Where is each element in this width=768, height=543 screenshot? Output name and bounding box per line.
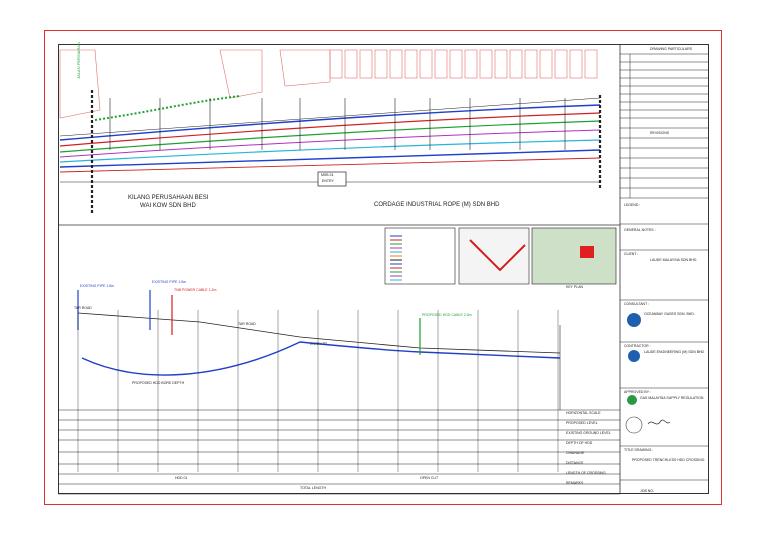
building-lot	[509, 49, 523, 79]
tb-revisions: REVISIONS	[650, 131, 670, 135]
company-right: CORDAGE INDUSTRIAL ROPE (M) SDN BHD	[374, 202, 500, 208]
tb-title-header: TITLE DRAWING :	[624, 448, 654, 452]
building-lot	[404, 49, 418, 79]
tb-contractor-name: LAUDE ENGINEERING (M) SDN BHD	[644, 350, 705, 354]
building-lot	[584, 49, 598, 79]
company-left-line2: WAI KOW SDN BHD	[140, 203, 196, 209]
building-lot	[344, 49, 358, 79]
road-label: JALAN PERSIARAN	[75, 42, 81, 79]
contractor-logo	[628, 350, 640, 362]
building-lot	[569, 49, 583, 79]
tar-road-mid: TAR ROAD	[238, 322, 256, 326]
profile-blue-label-1: EXISTING PIPE 1.5m	[80, 284, 115, 288]
building-lot	[374, 49, 388, 79]
bottom-left-label: HDD 01	[175, 476, 188, 480]
profile-green-label: PROPOSED HDD CABLE 2.0m	[422, 313, 472, 317]
profile-row-header: DISTANCE	[566, 461, 584, 465]
tb-consultant-name: OCEANBAY GASES SDN. BHD.	[644, 312, 695, 316]
tar-road-left: TAR ROAD	[74, 306, 92, 310]
tb-client-name: LAUDE MALAYSIA SDN BHD	[650, 258, 697, 262]
chainage-box-line1: MSB 24	[321, 173, 334, 177]
tb-legend: LEGEND :	[624, 203, 641, 207]
consultant-logo	[627, 313, 641, 327]
building-lot	[389, 49, 403, 79]
tb-title-text: PROPOSED TRENCHLESS HDD CROSSING	[632, 458, 705, 462]
bottom-mid-label: OPEN CUT	[420, 476, 439, 480]
key-plan-marker: KEY PLAN	[566, 285, 584, 289]
profile-red-label: TNB POWER CABLE 1.2m	[174, 288, 217, 292]
entry-note: ENTRY PT	[310, 342, 328, 346]
profile-row-header: REMARKS	[566, 481, 584, 485]
hdd-note: PROPOSED HDD BORE DEPTH	[132, 381, 185, 385]
tb-contractor-header: CONTRACTOR :	[624, 344, 651, 348]
tb-footer: JOB NO.	[640, 489, 655, 493]
profile-blue-label-2: EXISTING PIPE 1.5m	[152, 280, 187, 284]
company-left-line1: KILANG PERUSAHAAN BESI	[128, 195, 209, 201]
building-lot	[539, 49, 553, 79]
chainage-box-line2: ENTRY	[322, 179, 334, 183]
building-lot	[524, 49, 538, 79]
building-lot	[359, 49, 373, 79]
tb-header: DRAWING PARTICULARS	[650, 47, 692, 51]
approval-logo	[627, 395, 637, 405]
building-lot	[479, 49, 493, 79]
building-lot	[329, 49, 343, 79]
site-inset	[458, 227, 530, 285]
bottom-total-label: TOTAL LENGTH	[300, 486, 326, 490]
title-block-grid	[620, 53, 709, 481]
profile-row-header: EXISTING GROUND LEVEL	[566, 431, 611, 435]
building-lot	[464, 49, 478, 79]
building-lot	[554, 49, 568, 79]
profile-row-header: PROPOSED LEVEL	[566, 421, 598, 425]
profile-section	[77, 290, 561, 410]
tb-consultant-header: CONSULTANT :	[624, 302, 650, 306]
tb-client-header: CLIENT :	[624, 252, 639, 256]
tb-notes: GENERAL NOTES :	[624, 228, 656, 232]
building-lot	[494, 49, 508, 79]
profile-row-header: LENGTH OF CROSSING	[566, 471, 606, 475]
profile-row-header: DEPTH OF HDD	[566, 441, 593, 445]
tb-approval-name: GAS MALAYSIA SUPPLY REGULATION	[640, 396, 704, 400]
tb-approval-header: APPROVED BY :	[624, 390, 651, 394]
location-marker	[580, 246, 594, 258]
profile-table-rows	[58, 409, 620, 495]
building-lot	[434, 49, 448, 79]
signature	[647, 419, 671, 425]
approval-stamp	[625, 416, 643, 434]
profile-row-header: CHAINAGE	[566, 451, 585, 455]
profile-row-header: HORIZONTAL SCALE	[566, 411, 601, 415]
profile-grid	[77, 310, 559, 472]
building-lot	[419, 49, 433, 79]
location-map-inset	[531, 227, 617, 285]
building-lot	[449, 49, 463, 79]
